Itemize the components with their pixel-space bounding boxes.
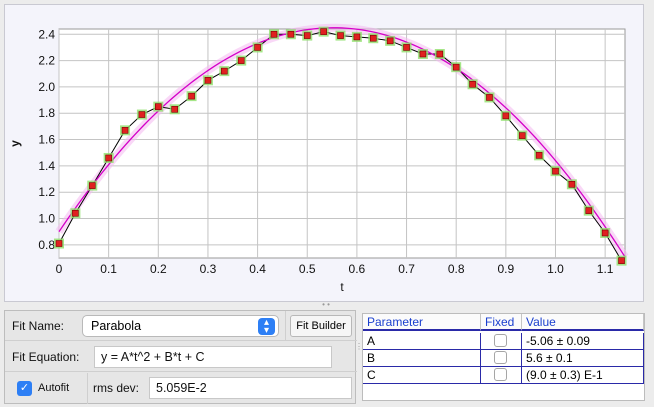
data-point <box>55 240 63 247</box>
data-point <box>171 105 178 113</box>
x-tick-label: 0.9 <box>497 262 514 276</box>
data-point <box>204 77 212 84</box>
x-tick-label: 0.2 <box>150 262 167 276</box>
data-point <box>270 30 278 38</box>
fit-controls: Fit Name: Parabola ▴ ▾ Fit Builder Fit Eq… <box>4 310 357 404</box>
column-header-fixed[interactable]: Fixed <box>481 314 522 331</box>
data-point <box>138 111 146 118</box>
y-tick-label: 2.4 <box>38 27 55 41</box>
x-tick-label: 1.1 <box>597 262 614 276</box>
data-point <box>403 44 410 51</box>
x-tick-label: 0.1 <box>100 262 117 276</box>
x-tick-label: 0.7 <box>398 262 415 276</box>
x-axis-label: t <box>340 280 344 294</box>
y-tick-label: 1.0 <box>38 212 55 226</box>
fixed-checkbox[interactable] <box>494 334 507 347</box>
divider <box>87 373 88 404</box>
data-point <box>254 44 261 51</box>
param-name-cell: B <box>363 350 481 367</box>
data-point <box>237 57 245 64</box>
x-tick-label: 0.5 <box>299 262 316 276</box>
param-value-cell[interactable]: 5.6 ± 0.1 <box>522 350 644 367</box>
data-point <box>469 80 476 88</box>
x-tick-label: 0.6 <box>349 262 366 276</box>
y-tick-label: 2.2 <box>38 54 55 68</box>
data-point <box>502 112 510 120</box>
fixed-checkbox[interactable] <box>494 351 507 364</box>
param-value-cell[interactable]: -5.06 ± 0.09 <box>522 333 644 350</box>
data-point <box>320 28 327 35</box>
data-point <box>486 94 493 101</box>
fit-builder-button[interactable]: Fit Builder <box>290 315 352 337</box>
rms-label: rms dev: <box>93 381 140 395</box>
column-header-value[interactable]: Value <box>522 314 644 331</box>
data-point <box>436 50 444 58</box>
split-pane-handle[interactable]: • • <box>322 301 330 309</box>
data-point <box>552 167 559 175</box>
y-axis-label: y <box>8 140 22 147</box>
data-point <box>535 152 543 159</box>
data-point <box>601 229 609 237</box>
autofit-checkbox[interactable]: ✓ <box>17 381 32 396</box>
data-point <box>287 30 295 38</box>
fixed-cell <box>481 350 522 367</box>
autofit-row: ✓ Autofit rms dev: 5.059E-2 <box>5 373 357 404</box>
data-point <box>72 209 79 217</box>
x-tick-label: 0 <box>56 262 63 276</box>
data-point <box>154 103 162 110</box>
autofit-label: Autofit <box>38 382 70 394</box>
param-value-cell[interactable]: (9.0 ± 0.3) E-1 <box>522 367 644 384</box>
x-tick-label: 0.3 <box>200 262 217 276</box>
data-point <box>121 127 129 134</box>
x-tick-label: 0.8 <box>448 262 465 276</box>
data-point <box>303 32 311 39</box>
x-tick-label: 1.0 <box>547 262 564 276</box>
data-point <box>353 33 361 41</box>
y-tick-label: 1.6 <box>38 133 55 147</box>
fit-name-select[interactable]: Parabola ▴ ▾ <box>82 315 279 337</box>
vertical-split-handle[interactable]: ⋮ <box>355 343 363 364</box>
fit-name-value: Parabola <box>91 319 142 333</box>
data-point <box>188 92 195 100</box>
y-tick-label: 1.8 <box>38 106 55 120</box>
y-tick-label: 1.2 <box>38 185 55 199</box>
fit-equation-field[interactable]: y = A*t^2 + B*t + C <box>94 346 332 368</box>
data-point <box>518 132 526 139</box>
fixed-checkbox[interactable] <box>494 368 507 381</box>
data-point <box>105 154 112 162</box>
plot-panel[interactable]: 0 0.1 0.2 0.3 0.4 0.5 0.6 0.7 0.8 0.9 1.0 1.1 0.8 1.0… <box>4 4 644 302</box>
data-point <box>221 67 228 75</box>
fit-plot[interactable]: 0 0.1 0.2 0.3 0.4 0.5 0.6 0.7 0.8 0.9 1.0 1.1 0.8 1.0… <box>5 5 645 303</box>
data-point <box>386 37 394 45</box>
fixed-cell <box>481 367 522 384</box>
rms-dev-field: 5.059E-2 <box>149 377 352 399</box>
data-point <box>369 34 377 42</box>
parameter-table: Parameter Fixed Value A -5.06 ± 0.09 B 5… <box>362 313 645 401</box>
fit-equation-label: Fit Equation: <box>12 350 80 364</box>
param-name-cell: C <box>363 367 481 384</box>
data-point <box>88 182 96 189</box>
chevron-updown-icon: ▴ ▾ <box>258 318 275 336</box>
data-point <box>618 257 625 264</box>
x-tick-label: 0.4 <box>249 262 266 276</box>
data-point <box>568 180 576 188</box>
y-tick-label: 0.8 <box>38 238 55 252</box>
fit-name-row: Fit Name: Parabola ▴ ▾ Fit Builder <box>5 311 357 341</box>
data-point <box>419 50 427 58</box>
data-point <box>337 32 344 39</box>
fit-name-label: Fit Name: <box>12 319 65 333</box>
y-tick-label: 1.4 <box>38 159 55 173</box>
fit-equation-row: Fit Equation: y = A*t^2 + B*t + C <box>5 342 357 372</box>
data-point <box>585 207 593 214</box>
fixed-cell <box>481 333 522 350</box>
y-tick-label: 2.0 <box>38 80 55 94</box>
data-tool-window: 0 0.1 0.2 0.3 0.4 0.5 0.6 0.7 0.8 0.9 1.0 1.1 0.8 1.0… <box>0 0 654 407</box>
data-point <box>452 63 460 71</box>
param-name-cell: A <box>363 333 481 350</box>
column-header-parameter[interactable]: Parameter <box>363 314 481 331</box>
divider <box>285 311 286 341</box>
